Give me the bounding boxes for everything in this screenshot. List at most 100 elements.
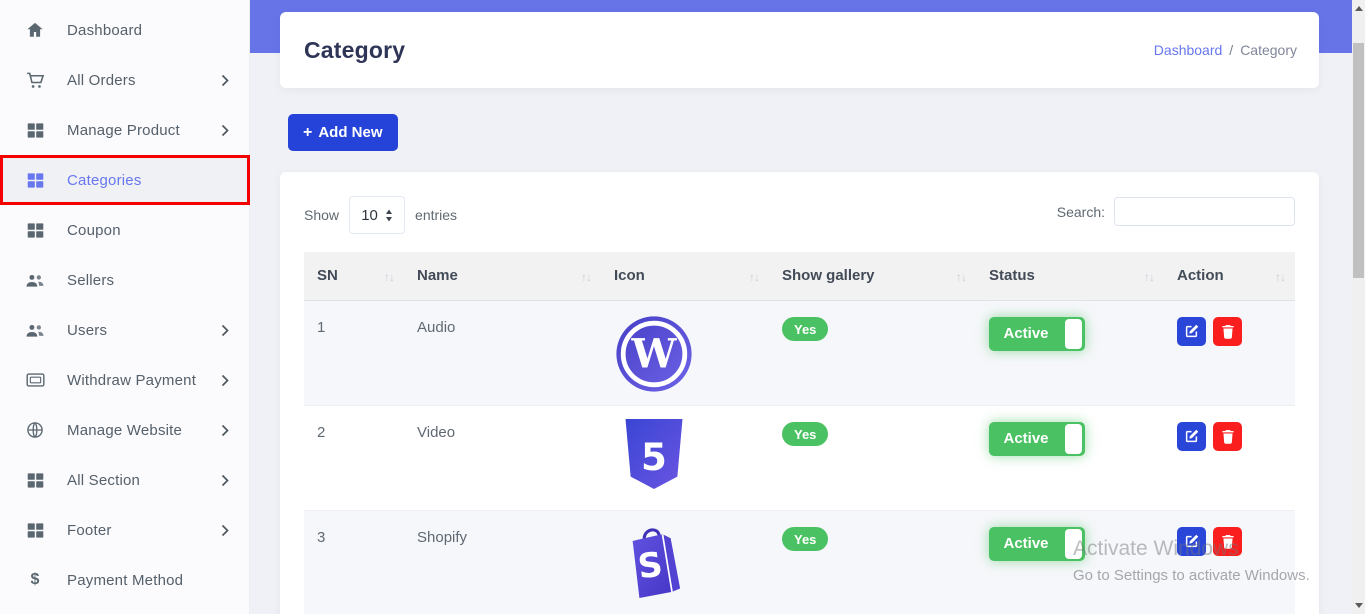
sidebar-item-label: All Orders [67, 71, 136, 89]
name-cell: Audio [404, 300, 601, 406]
grid-icon [24, 222, 46, 239]
edit-button[interactable] [1177, 316, 1206, 346]
sn-cell: 2 [304, 405, 404, 511]
html5-logo: 5 [625, 418, 683, 489]
chevron-right-icon [221, 424, 229, 437]
sn-cell: 1 [304, 300, 404, 406]
sidebar-item-all-orders[interactable]: All Orders [0, 55, 249, 105]
chevron-right-icon [221, 374, 229, 387]
breadcrumb: Dashboard / Category [1154, 42, 1297, 58]
edit-icon [1185, 324, 1199, 337]
sidebar-item-label: Manage Product [67, 121, 180, 139]
category-table-card: Show 10 entries Search: ↑↓ SN ↑↓ Name ↑↓ Ic… [280, 172, 1319, 614]
table-header-row: ↑↓ SN ↑↓ Name ↑↓ Icon ↑↓ Show gallery ↑↓ Stat… [304, 252, 1295, 301]
page-size-value: 10 [361, 206, 378, 224]
category-table: ↑↓ SN ↑↓ Name ↑↓ Icon ↑↓ Show gallery ↑↓ Stat… [304, 252, 1295, 614]
sidebar-item-label: Dashboard [67, 21, 143, 39]
sidebar: Dashboard All Orders Manage Product Cate… [0, 0, 250, 614]
status-toggle[interactable]: Active [989, 526, 1085, 561]
sidebar-item-manage-website[interactable]: Manage Website [0, 405, 249, 455]
column-header-show-gallery[interactable]: ↑↓ Show gallery [769, 252, 976, 301]
delete-button[interactable] [1213, 316, 1242, 346]
delete-button[interactable] [1213, 421, 1242, 451]
scroll-up-arrow[interactable] [1354, 6, 1363, 11]
toggle-knob [1065, 318, 1082, 349]
dollar-icon: $ [30, 571, 40, 588]
search-label: Search: [1056, 203, 1105, 220]
sidebar-item-withdraw-payment[interactable]: Withdraw Payment [0, 355, 249, 405]
status-badge: Yes [782, 421, 829, 446]
sidebar-item-coupon[interactable]: Coupon [0, 205, 249, 255]
svg-text:W: W [631, 330, 678, 377]
icon-cell: 5 [601, 405, 769, 511]
sidebar-item-payment-method[interactable]: $ Payment Method [0, 555, 249, 605]
svg-text:5: 5 [641, 435, 667, 478]
sort-icon[interactable]: ↑↓ [1275, 270, 1286, 284]
show-label: Show [304, 207, 340, 223]
status-badge: Yes [782, 526, 829, 551]
sidebar-item-label: Payment Method [67, 571, 184, 589]
add-new-button[interactable]: + Add New [288, 114, 398, 151]
sidebar-item-label: Footer [67, 521, 112, 539]
sort-icon[interactable]: ↑↓ [1144, 270, 1155, 284]
sidebar-item-sellers[interactable]: Sellers [0, 255, 249, 305]
chevron-right-icon [221, 124, 229, 137]
home-icon [24, 21, 46, 39]
table-row: 2 Video 5 Yes Active [304, 405, 1295, 511]
status-toggle[interactable]: Active [989, 421, 1085, 456]
sort-icon[interactable]: ↑↓ [749, 270, 760, 284]
sort-icon[interactable]: ↑↓ [384, 270, 395, 284]
search-input[interactable] [1114, 197, 1295, 226]
vertical-scrollbar[interactable] [1352, 0, 1365, 614]
show-gallery-cell: Yes [769, 510, 976, 614]
edit-button[interactable] [1177, 526, 1206, 556]
trash-icon [1221, 534, 1234, 549]
name-cell: Shopify [404, 510, 601, 614]
chevron-right-icon [221, 324, 229, 337]
table-row: 3 Shopify S Yes Active [304, 510, 1295, 614]
sidebar-item-manage-product[interactable]: Manage Product [0, 105, 249, 155]
sidebar-item-footer[interactable]: Footer [0, 505, 249, 555]
sidebar-item-label: Categories [67, 171, 142, 189]
sidebar-item-dashboard[interactable]: Dashboard [0, 5, 249, 55]
page-header-card: Category Dashboard / Category [280, 12, 1319, 88]
column-header-icon[interactable]: ↑↓ Icon [601, 252, 769, 301]
grid-icon [24, 122, 46, 139]
column-header-name[interactable]: ↑↓ Name [404, 252, 601, 301]
icon-cell: S [601, 510, 769, 614]
column-header-action[interactable]: ↑↓ Action [1164, 252, 1295, 301]
status-cell: Active [976, 405, 1164, 511]
sidebar-item-all-section[interactable]: All Section [0, 455, 249, 505]
grid-icon [24, 472, 46, 489]
delete-button[interactable] [1213, 526, 1242, 556]
column-header-sn[interactable]: ↑↓ SN [304, 252, 404, 301]
wordpress-logo: W [616, 315, 692, 392]
table-row: 1 Audio W Yes Active [304, 300, 1295, 406]
table-controls: Show 10 entries Search: [304, 196, 1295, 234]
scroll-down-arrow[interactable] [1354, 603, 1363, 608]
page-size-control: Show 10 entries [304, 196, 457, 234]
sort-icon[interactable]: ↑↓ [956, 270, 967, 284]
globe-icon [24, 421, 46, 439]
toggle-knob [1065, 528, 1082, 559]
entries-label: entries [415, 207, 458, 223]
breadcrumb-separator: / [1229, 42, 1234, 58]
show-gallery-cell: Yes [769, 405, 976, 511]
edit-icon [1185, 534, 1199, 547]
sidebar-item-categories[interactable]: Categories [0, 155, 249, 205]
sort-icon[interactable]: ↑↓ [581, 270, 592, 284]
add-new-label: Add New [318, 124, 383, 141]
status-toggle[interactable]: Active [989, 316, 1085, 351]
breadcrumb-dashboard-link[interactable]: Dashboard [1154, 42, 1223, 58]
edit-button[interactable] [1177, 421, 1206, 451]
sidebar-item-users[interactable]: Users [0, 305, 249, 355]
page-size-select[interactable]: 10 [349, 196, 406, 234]
column-header-status[interactable]: ↑↓ Status [976, 252, 1164, 301]
users-icon [24, 272, 46, 289]
sn-cell: 3 [304, 510, 404, 614]
sidebar-item-label: All Section [67, 471, 141, 489]
scrollbar-thumb[interactable] [1353, 43, 1364, 278]
shopify-logo: S [632, 527, 681, 598]
action-cell [1164, 405, 1295, 511]
icon-cell: W [601, 300, 769, 406]
